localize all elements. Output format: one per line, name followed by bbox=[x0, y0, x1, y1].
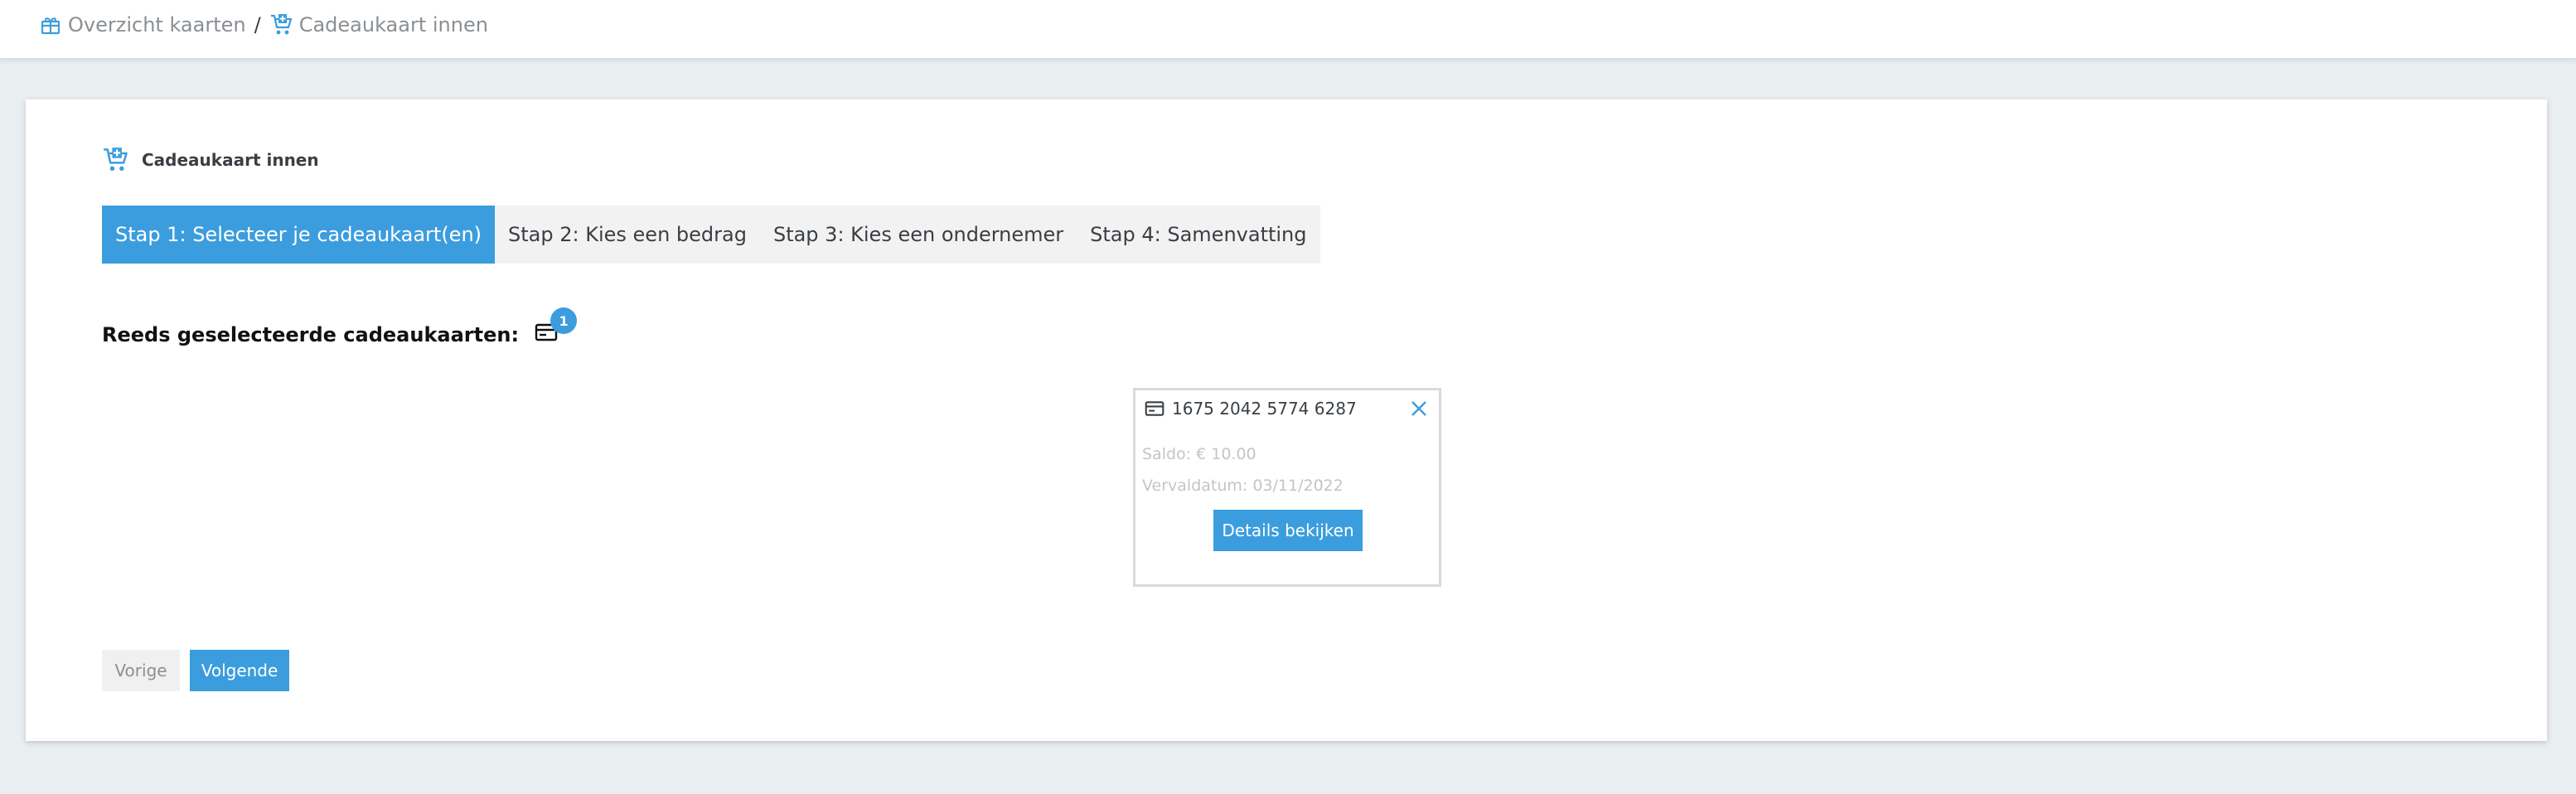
cart-plus-icon bbox=[269, 12, 294, 37]
breadcrumb: Overzicht kaarten / Cadeaukaart innen bbox=[38, 12, 488, 38]
page-title-text: Cadeaukaart innen bbox=[142, 150, 319, 170]
tab-step-1[interactable]: Stap 1: Selecteer je cadeaukaart(en) bbox=[102, 206, 496, 264]
giftcard-expiry: Vervaldatum: 03/11/2022 bbox=[1142, 477, 1344, 495]
close-icon bbox=[1410, 399, 1428, 421]
previous-button[interactable]: Vorige bbox=[102, 650, 180, 691]
remove-card-button[interactable] bbox=[1407, 399, 1431, 422]
giftcard-number: 1675 2042 5774 6287 bbox=[1172, 399, 1357, 419]
main-card: Cadeaukaart innen Stap 1: Selecteer je c… bbox=[26, 99, 2547, 741]
giftcard-header: 1675 2042 5774 6287 bbox=[1144, 399, 1357, 419]
tab-step-2[interactable]: Stap 2: Kies een bedrag bbox=[495, 206, 760, 264]
count-badge: 1 bbox=[550, 307, 578, 334]
giftcard-item: 1675 2042 5774 6287 Saldo: € 10.00 Verva… bbox=[1133, 388, 1441, 587]
breadcrumb-overzicht-kaarten[interactable]: Overzicht kaarten bbox=[38, 12, 246, 37]
selected-cards-indicator[interactable]: 1 bbox=[534, 307, 578, 346]
cart-plus-icon bbox=[102, 146, 130, 174]
selected-cards-heading: Reeds geselecteerde cadeaukaarten: 1 bbox=[102, 307, 578, 346]
selected-cards-label: Reeds geselecteerde cadeaukaarten: bbox=[102, 323, 520, 346]
tab-step-3[interactable]: Stap 3: Kies een ondernemer bbox=[760, 206, 1077, 264]
page-title: Cadeaukaart innen bbox=[102, 146, 319, 174]
next-button[interactable]: Volgende bbox=[190, 650, 289, 691]
credit-card-icon bbox=[1144, 399, 1165, 418]
breadcrumb-label: Cadeaukaart innen bbox=[298, 13, 488, 36]
giftcard-balance: Saldo: € 10.00 bbox=[1142, 445, 1257, 463]
details-button[interactable]: Details bekijken bbox=[1213, 510, 1363, 551]
gift-icon bbox=[38, 12, 63, 37]
breadcrumb-cadeaukaart-innen[interactable]: Cadeaukaart innen bbox=[269, 12, 488, 37]
tab-step-4[interactable]: Stap 4: Samenvatting bbox=[1077, 206, 1319, 264]
breadcrumb-separator: / bbox=[254, 13, 261, 36]
step-tabs: Stap 1: Selecteer je cadeaukaart(en) Sta… bbox=[102, 206, 1320, 264]
top-bar: Overzicht kaarten / Cadeaukaart innen bbox=[0, 0, 2576, 60]
breadcrumb-label: Overzicht kaarten bbox=[68, 13, 246, 36]
